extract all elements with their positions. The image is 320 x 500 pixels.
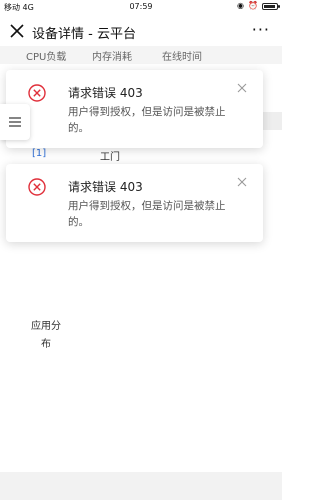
alarm-icon: ⏰ (248, 1, 258, 10)
wechat-icon: ◉ (237, 1, 245, 10)
more-menu-button[interactable]: ··· (252, 20, 270, 39)
battery-icon (262, 2, 280, 10)
tab-memory[interactable]: 内存消耗 (92, 48, 132, 63)
content-fragment-link[interactable]: [1] (32, 148, 46, 159)
content-fragment-text: 工门 (100, 152, 120, 163)
toast-title: 请求错误 403 (68, 86, 143, 100)
toast-message: 用户得到授权，但是访问是被禁止的。 (68, 200, 226, 228)
error-circle-icon (28, 84, 46, 102)
close-icon[interactable] (237, 177, 247, 187)
tab-online-time[interactable]: 在线时间 (162, 48, 202, 63)
close-icon[interactable] (237, 83, 247, 93)
status-icons: ◉ ⏰ (237, 1, 280, 10)
hamburger-icon (9, 117, 21, 127)
app-distribution-label: 应用分布 (31, 321, 61, 350)
bottom-bar (0, 472, 282, 500)
close-icon[interactable] (8, 22, 26, 40)
error-toast: 请求错误 403 用户得到授权，但是访问是被禁止的。 (6, 70, 263, 148)
page-title: 设备详情 - 云平台 (32, 27, 136, 42)
metric-tabs: CPU负载 内存消耗 在线时间 (0, 46, 282, 64)
error-circle-icon (28, 178, 46, 196)
side-menu-button[interactable] (0, 104, 30, 140)
error-toast: 请求错误 403 用户得到授权，但是访问是被禁止的。 (6, 164, 263, 242)
toast-message: 用户得到授权，但是访问是被禁止的。 (68, 106, 226, 134)
nav-bar: 设备详情 - 云平台 ··· (0, 14, 282, 50)
toast-title: 请求错误 403 (68, 180, 143, 194)
tab-cpu-load[interactable]: CPU负载 (26, 48, 66, 63)
status-bar: 移动 4G 07:59 ◉ ⏰ (0, 0, 282, 14)
